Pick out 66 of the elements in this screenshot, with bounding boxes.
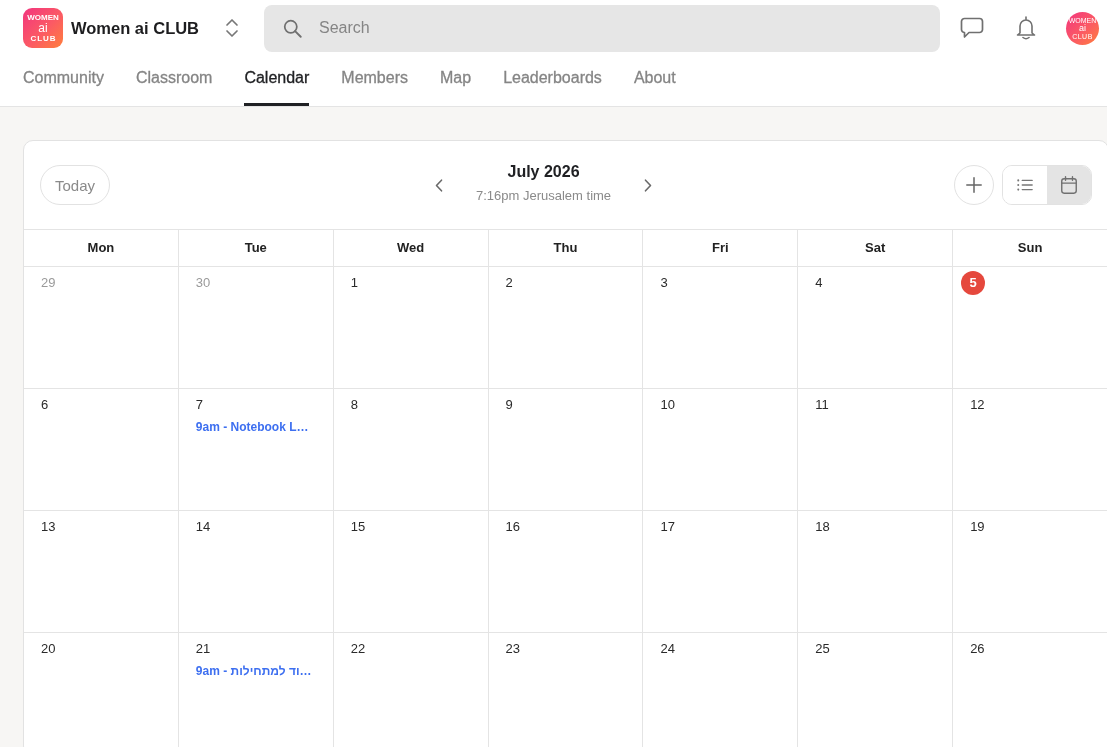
day-number: 14 [194,518,212,536]
speech-bubble-icon [960,17,984,39]
day-number: 30 [194,274,212,292]
add-event-button[interactable] [954,165,994,205]
day-number: 4 [814,274,824,292]
today-button[interactable]: Today [40,165,111,205]
day-number: 20 [40,640,57,658]
timezone-text: 7:16pm Jerusalem time [475,188,612,204]
nav-tab[interactable]: Classroom [135,56,213,106]
day-number: 8 [349,396,359,414]
weekday-header: Fri [643,230,799,267]
month-view-button[interactable] [1047,166,1091,204]
day-number: 13 [40,518,57,536]
search-field[interactable]: Search [264,4,940,52]
list-icon [1017,179,1033,191]
nav-tab[interactable]: Members [341,56,408,106]
logo-text: ai [38,22,48,34]
club-name[interactable]: Women ai CLUB [71,18,200,38]
nav-tab[interactable]: Community [23,56,104,106]
day-number: 16 [504,518,522,536]
notifications-button[interactable] [1016,16,1036,40]
day-number: 3 [659,274,669,292]
chevron-left-icon [435,178,444,192]
day-number: 12 [969,396,986,414]
day-number: 26 [969,640,986,658]
nav-tab[interactable]: Calendar [244,56,310,106]
weekday-header: Sun [953,230,1107,267]
day-number: 24 [659,640,676,658]
logo-text: WOMEN [27,13,59,22]
day-number: 2 [504,274,514,292]
day-number: 9 [504,396,514,414]
bell-icon [1016,16,1036,40]
weekday-header: Thu [488,230,644,267]
plus-icon [966,177,982,193]
day-number: 18 [814,518,831,536]
chevron-up-down-icon [225,17,239,39]
day-number: 21 [194,640,212,658]
search-icon [283,18,302,38]
chat-button[interactable] [960,17,984,39]
day-number: 15 [349,518,367,536]
day-number: 5 [961,271,986,295]
day-number: 29 [40,274,57,292]
event-link[interactable]: 9am - Notebook L… [186,419,318,435]
weekday-header: Sat [798,230,954,267]
nav-tab[interactable]: Leaderboards [503,56,602,106]
day-number: 10 [659,396,676,414]
community-switcher-button[interactable] [225,17,239,39]
day-number: 11 [814,396,830,414]
day-number: 17 [659,518,676,536]
calendar-icon [1061,176,1077,194]
logo-text: CLUB [29,34,57,43]
month-title: July 2026 [507,162,580,182]
weekday-header: Wed [333,230,489,267]
day-number: 22 [349,640,367,658]
nav-tab[interactable]: About [633,56,676,106]
nav-tab[interactable]: Map [440,56,472,106]
day-number: 7 [194,396,205,414]
weekday-header: Mon [24,230,179,267]
day-number: 25 [814,640,831,658]
day-number: 23 [504,640,522,658]
day-number: 19 [969,518,986,536]
day-number: 6 [40,396,50,414]
weekday-header: Tue [178,230,334,267]
event-link[interactable]: 9am - וד למתחילות… [186,663,321,679]
chevron-right-icon [644,178,653,192]
day-number: 1 [349,274,359,292]
